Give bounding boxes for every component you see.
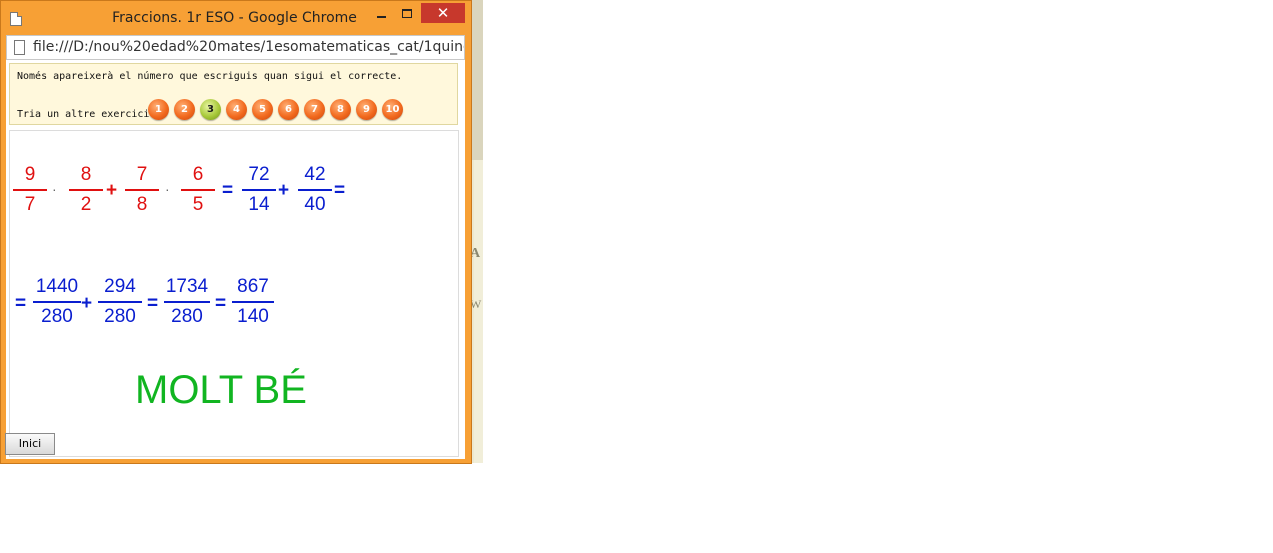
numerator: 9: [24, 164, 36, 185]
fraction: 78: [125, 164, 159, 216]
operator: ·: [165, 181, 170, 197]
minimize-button[interactable]: [372, 5, 392, 23]
fraction-bar: [33, 301, 81, 303]
exercise-button-2[interactable]: 2: [174, 99, 195, 120]
denominator: 7: [24, 194, 36, 215]
exercise-button-9[interactable]: 9: [356, 99, 377, 120]
operator: =: [147, 293, 159, 314]
success-message: MOLT BÉ: [135, 368, 307, 412]
operator: =: [334, 180, 346, 201]
fraction: 97: [13, 164, 47, 216]
numerator: 7: [136, 164, 148, 185]
exercise-button-7[interactable]: 7: [304, 99, 325, 120]
numerator: 1440: [35, 276, 79, 297]
denominator: 140: [237, 306, 269, 327]
denominator: 8: [136, 194, 148, 215]
close-button[interactable]: ✕: [421, 3, 465, 23]
exercise-button-1[interactable]: 1: [148, 99, 169, 120]
numerator: 294: [104, 276, 136, 297]
denominator: 280: [171, 306, 203, 327]
numerator: 6: [192, 164, 204, 185]
fraction-bar: [181, 189, 215, 191]
instructions-box: Només apareixerà el número que escriguis…: [9, 63, 458, 125]
fraction: 1440 280: [33, 276, 81, 328]
choose-exercise-label: Tria un altre exercici:: [17, 109, 156, 120]
browser-popup-window: Fraccions. 1r ESO - Google Chrome ✕ file…: [0, 0, 472, 464]
numerator: 8: [80, 164, 92, 185]
operator: +: [278, 180, 290, 201]
exercise-button-3[interactable]: 3: [200, 99, 221, 120]
fraction-bar: [298, 189, 332, 191]
operator: +: [81, 293, 93, 314]
fraction: 42 40: [298, 164, 332, 216]
fraction-bar: [125, 189, 159, 191]
fraction: 65: [181, 164, 215, 216]
denominator: 5: [192, 194, 204, 215]
exercise-button-4[interactable]: 4: [226, 99, 247, 120]
operator: =: [15, 293, 27, 314]
url-text[interactable]: file:///D:/nou%20edad%20mates/1esomatema…: [33, 39, 464, 55]
fraction-bar: [69, 189, 103, 191]
fraction-bar: [164, 301, 210, 303]
fraction: 294 280: [98, 276, 142, 328]
instruction-message: Només apareixerà el número que escriguis…: [17, 71, 403, 82]
operator: =: [215, 293, 227, 314]
operator: =: [222, 180, 234, 201]
fraction: 1734 280: [164, 276, 210, 328]
title-bar[interactable]: Fraccions. 1r ESO - Google Chrome ✕: [1, 1, 471, 35]
denominator: 280: [104, 306, 136, 327]
numerator: 1734: [165, 276, 209, 297]
exercise-button-8[interactable]: 8: [330, 99, 351, 120]
denominator: 2: [80, 194, 92, 215]
home-button[interactable]: Inici: [5, 433, 55, 455]
maximize-button[interactable]: [397, 5, 417, 23]
fraction-bar: [98, 301, 142, 303]
denominator: 14: [248, 194, 270, 215]
fraction: 867 140: [232, 276, 274, 328]
exercise-button-10[interactable]: 10: [382, 99, 403, 120]
fraction-bar: [13, 189, 47, 191]
fraction: 72 14: [242, 164, 276, 216]
operator: ·: [52, 181, 57, 197]
operator: +: [106, 180, 118, 201]
denominator: 40: [304, 194, 326, 215]
address-bar[interactable]: file:///D:/nou%20edad%20mates/1esomatema…: [6, 35, 465, 60]
numerator: 42: [304, 164, 326, 185]
denominator: 280: [41, 306, 73, 327]
exercise-button-6[interactable]: 6: [278, 99, 299, 120]
exercise-button-5[interactable]: 5: [252, 99, 273, 120]
exercise-panel: 97 · 82 + 78 · 65 = 72 14 + 42 40 = = 14…: [9, 130, 459, 457]
fraction: 82: [69, 164, 103, 216]
fraction-bar: [232, 301, 274, 303]
numerator: 867: [237, 276, 269, 297]
fraction-bar: [242, 189, 276, 191]
numerator: 72: [248, 164, 270, 185]
page-content: Només apareixerà el número que escriguis…: [6, 60, 465, 459]
page-icon: [14, 40, 25, 55]
